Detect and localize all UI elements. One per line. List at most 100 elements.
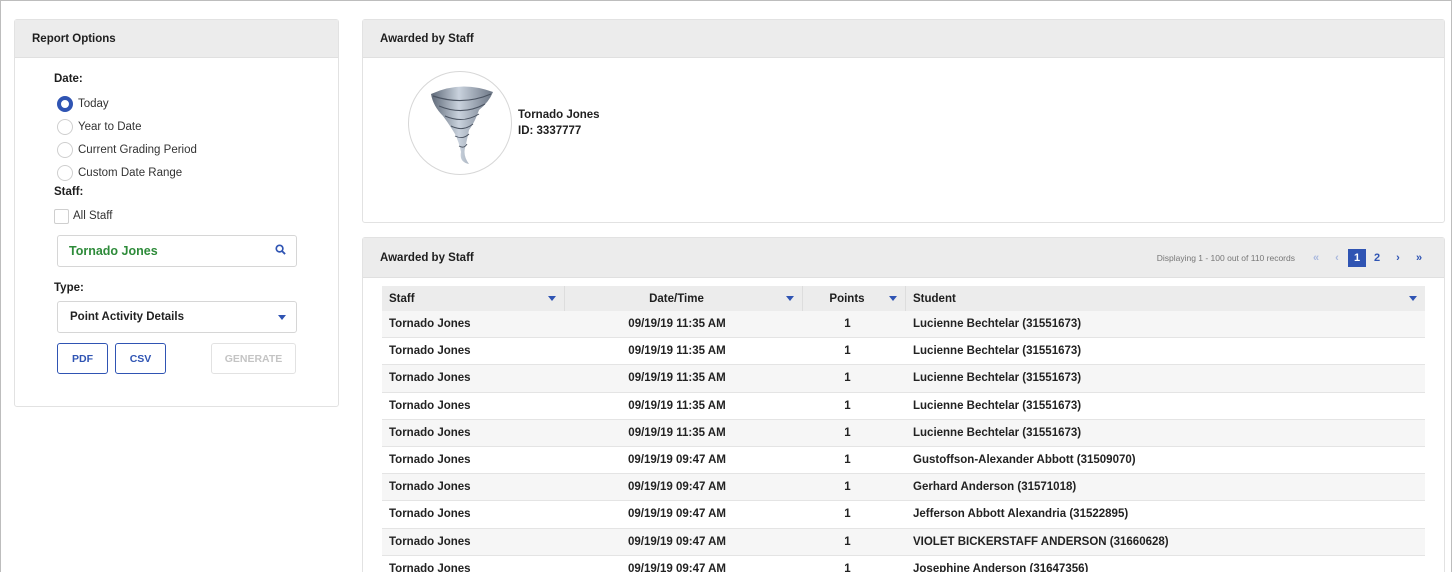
- date-option-radio[interactable]: [57, 141, 73, 158]
- points-cell: 1: [844, 508, 851, 521]
- table-body: Tornado Jones 09/19/19 11:35 AM 1 Lucienne …: [382, 311, 1425, 572]
- points-cell: 1: [844, 318, 851, 331]
- student-cell: Gustoffson-Alexander Abbott (31509070): [913, 454, 1136, 467]
- all-staff-checkbox-row[interactable]: All Staff: [54, 205, 338, 227]
- date-time-cell: 09/19/19 09:47 AM: [627, 535, 727, 548]
- column-header-points[interactable]: Points: [803, 286, 906, 311]
- awarded-table-panel: Awarded by Staff Displaying 1 - 100 out …: [362, 237, 1445, 572]
- points-cell: 1: [844, 399, 851, 412]
- staff-cell: Tornado Jones: [389, 508, 471, 521]
- first-page-icon[interactable]: «: [1306, 249, 1326, 267]
- date-options-group: Today Year to Date Current Grading Period C…: [54, 92, 338, 184]
- column-header-date-time[interactable]: Date/Time: [565, 286, 803, 311]
- type-selected-value: Point Activity Details: [70, 311, 184, 323]
- table-row[interactable]: Tornado Jones 09/19/19 09:47 AM 1 Gustoffso…: [382, 447, 1425, 475]
- next-page-icon[interactable]: ›: [1388, 249, 1408, 267]
- student-cell: Lucienne Bechtelar (31551673): [913, 318, 1082, 331]
- date-option-label: Custom Date Range: [78, 166, 183, 179]
- staff-cell: Tornado Jones: [389, 481, 471, 494]
- student-cell: Josephine Anderson (31647356): [913, 562, 1089, 572]
- date-option-1[interactable]: Year to Date: [54, 115, 338, 138]
- generate-button[interactable]: GENERATE: [211, 343, 296, 374]
- profile-panel-title: Awarded by Staff: [363, 20, 1444, 58]
- staff-cell: Tornado Jones: [389, 562, 471, 572]
- student-cell: Lucienne Bechtelar (31551673): [913, 426, 1082, 439]
- all-staff-label: All Staff: [73, 210, 113, 222]
- date-option-0[interactable]: Today: [54, 92, 338, 115]
- column-header-staff[interactable]: Staff: [382, 286, 565, 311]
- date-option-3[interactable]: Custom Date Range: [54, 161, 338, 184]
- table-row[interactable]: Tornado Jones 09/19/19 09:47 AM 1 VIOLET BI…: [382, 528, 1425, 556]
- sort-caret-icon[interactable]: [889, 296, 897, 301]
- date-label: Date:: [54, 73, 83, 85]
- table-row[interactable]: Tornado Jones 09/19/19 11:35 AM 1 Lucienne …: [382, 419, 1425, 447]
- table-panel-header: Awarded by Staff Displaying 1 - 100 out …: [363, 238, 1444, 278]
- points-cell: 1: [844, 345, 851, 358]
- tornado-icon: [431, 86, 493, 164]
- points-cell: 1: [844, 426, 851, 439]
- profile-panel: Awarded by Staff Tornado Jones ID: 33377…: [362, 19, 1445, 223]
- date-option-label: Today: [78, 97, 109, 110]
- date-option-radio[interactable]: [57, 95, 73, 112]
- points-cell: 1: [844, 562, 851, 572]
- table-row[interactable]: Tornado Jones 09/19/19 11:35 AM 1 Lucienne …: [382, 365, 1425, 393]
- staff-search-input[interactable]: Tornado Jones: [57, 235, 297, 267]
- pdf-button[interactable]: PDF: [57, 343, 108, 374]
- student-cell: VIOLET BICKERSTAFF ANDERSON (31660628): [913, 535, 1169, 548]
- sort-caret-icon[interactable]: [786, 296, 794, 301]
- points-cell: 1: [844, 454, 851, 467]
- table-row[interactable]: Tornado Jones 09/19/19 09:47 AM 1 Jefferson…: [382, 501, 1425, 529]
- student-cell: Lucienne Bechtelar (31551673): [913, 372, 1082, 385]
- date-option-label: Current Grading Period: [78, 143, 197, 156]
- staff-search-value: Tornado Jones: [69, 244, 158, 258]
- all-staff-checkbox[interactable]: [54, 208, 69, 224]
- table-row[interactable]: Tornado Jones 09/19/19 11:35 AM 1 Lucienne …: [382, 311, 1425, 339]
- date-time-cell: 09/19/19 09:47 AM: [627, 454, 727, 467]
- staff-cell: Tornado Jones: [389, 345, 471, 358]
- student-cell: Lucienne Bechtelar (31551673): [913, 399, 1082, 412]
- table-panel-title: Awarded by Staff: [380, 251, 474, 264]
- search-icon[interactable]: [275, 244, 286, 258]
- type-label: Type:: [54, 282, 84, 294]
- date-time-cell: 09/19/19 09:47 AM: [627, 508, 727, 521]
- staff-label: Staff:: [54, 186, 84, 198]
- page-1-button[interactable]: 1: [1348, 248, 1366, 267]
- date-option-2[interactable]: Current Grading Period: [54, 138, 338, 161]
- column-header-student[interactable]: Student: [906, 286, 1425, 311]
- staff-cell: Tornado Jones: [389, 426, 471, 439]
- date-time-cell: 09/19/19 09:47 AM: [627, 562, 727, 572]
- date-option-radio[interactable]: [57, 118, 73, 135]
- chevron-down-icon: [278, 314, 286, 320]
- student-cell: Jefferson Abbott Alexandria (31522895): [913, 508, 1129, 521]
- student-cell: Gerhard Anderson (31571018): [913, 481, 1077, 494]
- date-time-cell: 09/19/19 11:35 AM: [628, 372, 726, 385]
- table-row[interactable]: Tornado Jones 09/19/19 11:35 AM 1 Lucienne …: [382, 393, 1425, 420]
- page-2-button[interactable]: 2: [1367, 249, 1387, 267]
- staff-cell: Tornado Jones: [389, 454, 471, 467]
- points-cell: 1: [844, 535, 851, 548]
- staff-cell: Tornado Jones: [389, 535, 471, 548]
- sort-caret-icon[interactable]: [1409, 296, 1417, 301]
- date-time-cell: 09/19/19 11:35 AM: [628, 345, 726, 358]
- date-time-cell: 09/19/19 11:35 AM: [628, 318, 726, 331]
- table-row[interactable]: Tornado Jones 09/19/19 09:47 AM 1 Gerhard A…: [382, 474, 1425, 502]
- prev-page-icon[interactable]: ‹: [1327, 249, 1347, 267]
- pager-info: Displaying 1 - 100 out of 110 records: [1156, 252, 1295, 263]
- table-row[interactable]: Tornado Jones 09/19/19 09:47 AM 1 Josephine…: [382, 556, 1425, 572]
- avatar: [408, 71, 512, 175]
- points-cell: 1: [844, 481, 851, 494]
- type-select[interactable]: Point Activity Details: [57, 301, 297, 333]
- date-time-cell: 09/19/19 09:47 AM: [627, 481, 727, 494]
- report-options-title: Report Options: [15, 20, 338, 58]
- csv-button[interactable]: CSV: [115, 343, 166, 374]
- points-cell: 1: [844, 372, 851, 385]
- table-row[interactable]: Tornado Jones 09/19/19 11:35 AM 1 Lucienne …: [382, 338, 1425, 366]
- date-option-radio[interactable]: [57, 164, 73, 181]
- profile-id: ID: 3337777: [518, 125, 582, 137]
- staff-cell: Tornado Jones: [389, 372, 471, 385]
- staff-cell: Tornado Jones: [389, 318, 471, 331]
- staff-cell: Tornado Jones: [389, 399, 471, 412]
- student-cell: Lucienne Bechtelar (31551673): [913, 345, 1082, 358]
- last-page-icon[interactable]: »: [1409, 249, 1429, 267]
- sort-caret-icon[interactable]: [548, 296, 556, 301]
